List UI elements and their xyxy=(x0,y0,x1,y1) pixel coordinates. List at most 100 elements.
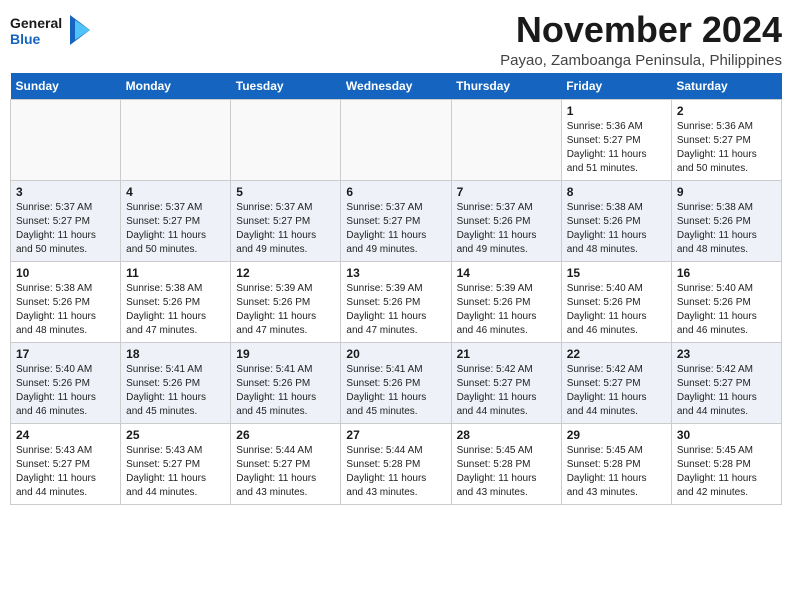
day-info: Sunrise: 5:40 AMSunset: 5:26 PMDaylight:… xyxy=(16,363,115,419)
day-info: Sunrise: 5:39 AMSunset: 5:26 PMDaylight:… xyxy=(346,282,445,338)
day-number: 15 xyxy=(567,266,666,280)
day-info: Sunrise: 5:37 AMSunset: 5:27 PMDaylight:… xyxy=(126,201,225,257)
week-row-2: 3Sunrise: 5:37 AMSunset: 5:27 PMDaylight… xyxy=(11,180,782,261)
day-info: Sunrise: 5:42 AMSunset: 5:27 PMDaylight:… xyxy=(457,363,556,419)
day-number: 8 xyxy=(567,185,666,199)
day-cell-5: 5 Sunrise: 5:37 AMSunset: 5:27 PMDaylight… xyxy=(231,180,341,261)
day-info: Sunrise: 5:45 AMSunset: 5:28 PMDaylight:… xyxy=(567,444,666,500)
day-number: 19 xyxy=(236,347,335,361)
logo: General Blue xyxy=(10,10,100,50)
week-row-4: 17 Sunrise: 5:40 AMSunset: 5:26 PMDayligh… xyxy=(11,342,782,423)
day-number: 26 xyxy=(236,428,335,442)
day-cell-22: 22 Sunrise: 5:42 AMSunset: 5:27 PMDayligh… xyxy=(561,342,671,423)
day-cell-10: 10 Sunrise: 5:38 AMSunset: 5:26 PMDayligh… xyxy=(11,261,121,342)
day-cell-30: 30 Sunrise: 5:45 AMSunset: 5:28 PMDayligh… xyxy=(671,423,781,504)
day-number: 4 xyxy=(126,185,225,199)
day-info: Sunrise: 5:43 AMSunset: 5:27 PMDaylight:… xyxy=(16,444,115,500)
day-info: Sunrise: 5:41 AMSunset: 5:26 PMDaylight:… xyxy=(126,363,225,419)
day-number: 9 xyxy=(677,185,776,199)
day-number: 2 xyxy=(677,104,776,118)
day-cell-23: 23 Sunrise: 5:42 AMSunset: 5:27 PMDayligh… xyxy=(671,342,781,423)
day-number: 5 xyxy=(236,185,335,199)
day-cell-15: 15 Sunrise: 5:40 AMSunset: 5:26 PMDayligh… xyxy=(561,261,671,342)
day-cell-9: 9 Sunrise: 5:38 AMSunset: 5:26 PMDaylight… xyxy=(671,180,781,261)
day-number: 11 xyxy=(126,266,225,280)
day-info: Sunrise: 5:45 AMSunset: 5:28 PMDaylight:… xyxy=(457,444,556,500)
week-row-5: 24 Sunrise: 5:43 AMSunset: 5:27 PMDayligh… xyxy=(11,423,782,504)
day-info: Sunrise: 5:38 AMSunset: 5:26 PMDaylight:… xyxy=(16,282,115,338)
empty-cell xyxy=(451,99,561,180)
day-info: Sunrise: 5:38 AMSunset: 5:26 PMDaylight:… xyxy=(126,282,225,338)
day-info: Sunrise: 5:41 AMSunset: 5:26 PMDaylight:… xyxy=(236,363,335,419)
svg-text:Blue: Blue xyxy=(10,31,41,47)
day-info: Sunrise: 5:36 AMSunset: 5:27 PMDaylight:… xyxy=(677,120,776,176)
day-number: 14 xyxy=(457,266,556,280)
day-info: Sunrise: 5:36 AMSunset: 5:27 PMDaylight:… xyxy=(567,120,666,176)
day-info: Sunrise: 5:40 AMSunset: 5:26 PMDaylight:… xyxy=(677,282,776,338)
day-info: Sunrise: 5:42 AMSunset: 5:27 PMDaylight:… xyxy=(677,363,776,419)
day-number: 27 xyxy=(346,428,445,442)
day-info: Sunrise: 5:45 AMSunset: 5:28 PMDaylight:… xyxy=(677,444,776,500)
day-number: 30 xyxy=(677,428,776,442)
day-number: 13 xyxy=(346,266,445,280)
calendar-table: SundayMondayTuesdayWednesdayThursdayFrid… xyxy=(10,73,782,505)
day-cell-3: 3Sunrise: 5:37 AMSunset: 5:27 PMDaylight… xyxy=(11,180,121,261)
day-cell-18: 18Sunrise: 5:41 AMSunset: 5:26 PMDayligh… xyxy=(121,342,231,423)
weekday-header-row: SundayMondayTuesdayWednesdayThursdayFrid… xyxy=(11,73,782,100)
title-area: November 2024 Payao, Zamboanga Peninsula… xyxy=(500,10,782,69)
day-info: Sunrise: 5:37 AMSunset: 5:26 PMDaylight:… xyxy=(457,201,556,257)
day-number: 1 xyxy=(567,104,666,118)
location-title: Payao, Zamboanga Peninsula, Philippines xyxy=(500,52,782,69)
day-number: 10 xyxy=(16,266,115,280)
day-number: 25 xyxy=(126,428,225,442)
day-cell-21: 21 Sunrise: 5:42 AMSunset: 5:27 PMDayligh… xyxy=(451,342,561,423)
day-number: 12 xyxy=(236,266,335,280)
day-info: Sunrise: 5:38 AMSunset: 5:26 PMDaylight:… xyxy=(677,201,776,257)
day-cell-14: 14Sunrise: 5:39 AMSunset: 5:26 PMDayligh… xyxy=(451,261,561,342)
weekday-header-saturday: Saturday xyxy=(671,73,781,100)
weekday-header-thursday: Thursday xyxy=(451,73,561,100)
day-cell-29: 29 Sunrise: 5:45 AMSunset: 5:28 PMDayligh… xyxy=(561,423,671,504)
day-cell-13: 13 Sunrise: 5:39 AMSunset: 5:26 PMDayligh… xyxy=(341,261,451,342)
day-info: Sunrise: 5:43 AMSunset: 5:27 PMDaylight:… xyxy=(126,444,225,500)
day-cell-7: 7Sunrise: 5:37 AMSunset: 5:26 PMDaylight… xyxy=(451,180,561,261)
empty-cell xyxy=(341,99,451,180)
day-number: 16 xyxy=(677,266,776,280)
weekday-header-friday: Friday xyxy=(561,73,671,100)
day-info: Sunrise: 5:40 AMSunset: 5:26 PMDaylight:… xyxy=(567,282,666,338)
day-number: 22 xyxy=(567,347,666,361)
day-cell-24: 24 Sunrise: 5:43 AMSunset: 5:27 PMDayligh… xyxy=(11,423,121,504)
day-cell-2: 2 Sunrise: 5:36 AMSunset: 5:27 PMDaylight… xyxy=(671,99,781,180)
empty-cell xyxy=(231,99,341,180)
day-cell-11: 11 Sunrise: 5:38 AMSunset: 5:26 PMDayligh… xyxy=(121,261,231,342)
day-cell-27: 27Sunrise: 5:44 AMSunset: 5:28 PMDayligh… xyxy=(341,423,451,504)
day-number: 21 xyxy=(457,347,556,361)
day-info: Sunrise: 5:37 AMSunset: 5:27 PMDaylight:… xyxy=(236,201,335,257)
day-cell-28: 28 Sunrise: 5:45 AMSunset: 5:28 PMDayligh… xyxy=(451,423,561,504)
weekday-header-monday: Monday xyxy=(121,73,231,100)
day-cell-19: 19 Sunrise: 5:41 AMSunset: 5:26 PMDayligh… xyxy=(231,342,341,423)
day-number: 24 xyxy=(16,428,115,442)
weekday-header-wednesday: Wednesday xyxy=(341,73,451,100)
weekday-header-sunday: Sunday xyxy=(11,73,121,100)
day-number: 29 xyxy=(567,428,666,442)
day-info: Sunrise: 5:42 AMSunset: 5:27 PMDaylight:… xyxy=(567,363,666,419)
day-cell-4: 4 Sunrise: 5:37 AMSunset: 5:27 PMDaylight… xyxy=(121,180,231,261)
day-info: Sunrise: 5:37 AMSunset: 5:27 PMDaylight:… xyxy=(346,201,445,257)
day-info: Sunrise: 5:37 AMSunset: 5:27 PMDaylight:… xyxy=(16,201,115,257)
day-cell-6: 6 Sunrise: 5:37 AMSunset: 5:27 PMDaylight… xyxy=(341,180,451,261)
day-cell-12: 12Sunrise: 5:39 AMSunset: 5:26 PMDayligh… xyxy=(231,261,341,342)
svg-text:General: General xyxy=(10,15,62,31)
weekday-header-tuesday: Tuesday xyxy=(231,73,341,100)
day-cell-8: 8Sunrise: 5:38 AMSunset: 5:26 PMDaylight… xyxy=(561,180,671,261)
day-number: 17 xyxy=(16,347,115,361)
day-number: 6 xyxy=(346,185,445,199)
day-cell-20: 20Sunrise: 5:41 AMSunset: 5:26 PMDayligh… xyxy=(341,342,451,423)
month-title: November 2024 xyxy=(500,10,782,50)
day-number: 23 xyxy=(677,347,776,361)
empty-cell xyxy=(11,99,121,180)
day-number: 20 xyxy=(346,347,445,361)
day-number: 28 xyxy=(457,428,556,442)
week-row-1: 1 Sunrise: 5:36 AMSunset: 5:27 PMDaylight… xyxy=(11,99,782,180)
header: General Blue November 2024 Payao, Zamboa… xyxy=(10,10,782,69)
